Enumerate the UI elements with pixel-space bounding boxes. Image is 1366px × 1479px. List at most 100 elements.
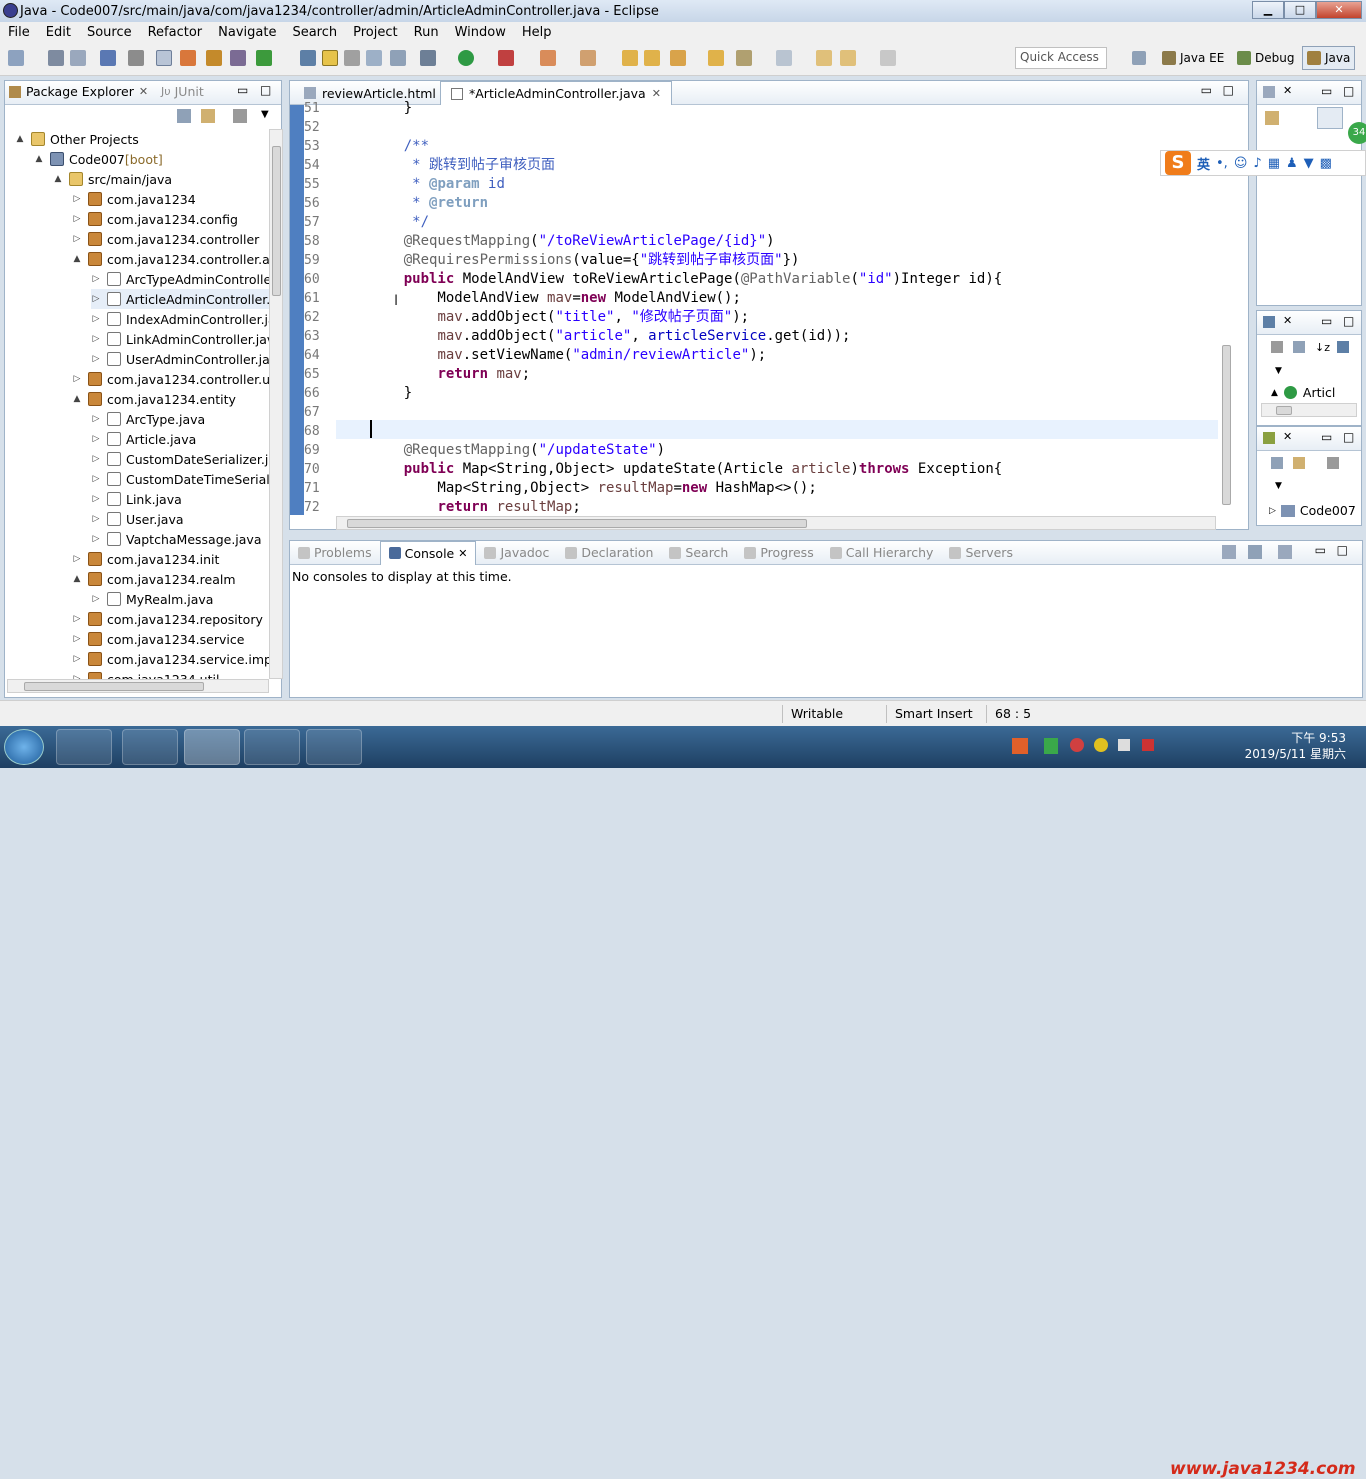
- open-folder-icon[interactable]: [622, 50, 638, 66]
- tree-item[interactable]: ▷ UserAdminController.jav: [91, 349, 269, 369]
- taskbar-app-wps[interactable]: [244, 729, 300, 765]
- search-tool-icon[interactable]: [580, 50, 596, 66]
- outline-item[interactable]: ▲ Articl: [1271, 385, 1335, 400]
- user-icon[interactable]: ♟: [1286, 156, 1298, 171]
- microphone-icon[interactable]: ♪: [1253, 156, 1261, 171]
- code-line[interactable]: Map<String,Object> resultMap=new HashMap…: [370, 479, 816, 498]
- editor-horizontal-scrollbar[interactable]: [336, 516, 1216, 530]
- tree-item[interactable]: ▲ com.java1234.realm: [72, 569, 236, 589]
- close-icon[interactable]: ✕: [652, 87, 661, 100]
- tab-problems[interactable]: Problems: [290, 545, 380, 560]
- emoji-icon[interactable]: ☺: [1234, 156, 1248, 171]
- punctuation-icon[interactable]: •,: [1216, 156, 1228, 171]
- back-icon[interactable]: [840, 50, 856, 66]
- tree-item[interactable]: ▲ com.java1234.entity: [72, 389, 236, 409]
- scroll-thumb[interactable]: [272, 146, 281, 296]
- tree-item[interactable]: ▷ com.java1234.config: [72, 209, 238, 229]
- mark-icon[interactable]: [344, 50, 360, 66]
- tray-shield-icon[interactable]: [1044, 738, 1058, 754]
- tab-declaration[interactable]: Declaration: [557, 545, 661, 560]
- code-line[interactable]: @RequestMapping("/toReViewArticlePage/{i…: [370, 232, 775, 251]
- print-icon[interactable]: [100, 50, 116, 66]
- expand-icon[interactable]: ▷: [72, 234, 82, 244]
- tree-item[interactable]: ▷ CustomDateSerializer.jav: [91, 449, 269, 469]
- tree-item[interactable]: ▷ User.java: [91, 509, 184, 529]
- link-editor-icon[interactable]: [1293, 457, 1305, 469]
- highlight-icon[interactable]: [322, 50, 338, 66]
- tab-servers[interactable]: Servers: [941, 545, 1021, 560]
- start-button[interactable]: [4, 729, 44, 765]
- menu-run[interactable]: Run: [406, 25, 447, 40]
- close-button[interactable]: ✕: [1316, 1, 1362, 19]
- task-icon[interactable]: [708, 50, 724, 66]
- code-line[interactable]: /**: [370, 137, 429, 156]
- minimize-view-button[interactable]: ▭: [1321, 84, 1332, 98]
- menu-file[interactable]: File: [0, 25, 38, 40]
- debug-icon[interactable]: [420, 50, 436, 66]
- code-line[interactable]: * @return: [370, 194, 488, 213]
- perspective-debug[interactable]: Debug: [1233, 46, 1298, 70]
- display-console-icon[interactable]: [1248, 545, 1262, 559]
- menu-refactor[interactable]: Refactor: [140, 25, 211, 40]
- code-line[interactable]: }: [370, 384, 412, 403]
- tree-item[interactable]: ▲ src/main/java: [53, 169, 173, 189]
- keyboard-icon[interactable]: ▦: [1268, 156, 1280, 171]
- tab-junit[interactable]: Jυ JUnit: [161, 84, 204, 99]
- code-line[interactable]: * 跳转到帖子审核页面: [370, 156, 555, 175]
- tree-item[interactable]: ▷ com.java1234.repository: [72, 609, 263, 629]
- pen-icon[interactable]: [670, 50, 686, 66]
- menu-window[interactable]: Window: [447, 25, 514, 40]
- tab-console[interactable]: Console ✕: [379, 540, 477, 565]
- maximize-view-button[interactable]: □: [1343, 314, 1354, 328]
- expand-icon[interactable]: ▷: [91, 334, 101, 344]
- taskbar-app-chrome[interactable]: [306, 729, 362, 765]
- tree-item[interactable]: ▷ CustomDateTimeSerializ: [91, 469, 269, 489]
- tree-item[interactable]: ▲ Code007 [boot]: [34, 149, 163, 169]
- expand-icon[interactable]: ▷: [91, 314, 101, 324]
- toolbox-icon[interactable]: ▩: [1320, 156, 1332, 171]
- hide-fields-icon[interactable]: [1271, 341, 1283, 353]
- clock[interactable]: 下午 9:53 2019/5/11 星期六: [1245, 730, 1346, 762]
- expand-icon[interactable]: ▷: [91, 454, 101, 464]
- minimize-view-button[interactable]: ▭: [1321, 314, 1332, 328]
- outline-menu-icon[interactable]: ▼: [1275, 366, 1282, 376]
- expand-icon[interactable]: ▷: [72, 194, 82, 204]
- tree-item[interactable]: ▷ com.java1234.service: [72, 629, 245, 649]
- expand-icon[interactable]: ▷: [91, 294, 101, 304]
- hide-nonpublic-icon[interactable]: [1337, 341, 1349, 353]
- tree-item[interactable]: ▷ com.java1234.controller.use: [72, 369, 269, 389]
- run-icon[interactable]: [458, 50, 474, 66]
- maximize-view-button[interactable]: □: [260, 83, 271, 97]
- view-menu-icon[interactable]: ▼: [1275, 481, 1282, 491]
- tree-item[interactable]: ▷ LinkAdminController.java: [91, 329, 269, 349]
- menu-edit[interactable]: Edit: [38, 25, 79, 40]
- tray-security-icon[interactable]: [1070, 738, 1084, 752]
- code-line[interactable]: mav.addObject("article", articleService.…: [370, 327, 850, 346]
- tree-item[interactable]: ▷ IndexAdminController.ja: [91, 309, 269, 329]
- menu-project[interactable]: Project: [345, 25, 405, 40]
- code-line[interactable]: mav.setViewName("admin/reviewArticle");: [370, 346, 766, 365]
- tree-item[interactable]: ▷ ArcType.java: [91, 409, 206, 429]
- expand-icon[interactable]: ▷: [91, 594, 101, 604]
- open-type-icon[interactable]: [300, 50, 316, 66]
- minimize-console-button[interactable]: ▭: [1315, 543, 1326, 557]
- perspective-java[interactable]: Java: [1302, 46, 1356, 70]
- expand-icon[interactable]: ▲: [72, 574, 82, 584]
- code-line[interactable]: return mav;: [370, 365, 530, 384]
- tab-progress[interactable]: Progress: [736, 545, 821, 560]
- code-line[interactable]: public Map<String,Object> updateState(Ar…: [370, 460, 1002, 479]
- sort-icon[interactable]: ↓z: [1315, 341, 1330, 354]
- new-task-icon[interactable]: [1265, 111, 1279, 125]
- last-edit-icon[interactable]: [816, 50, 832, 66]
- maximize-view-button[interactable]: □: [1343, 84, 1354, 98]
- expand-icon[interactable]: ▷: [91, 494, 101, 504]
- project-icon[interactable]: [1263, 432, 1275, 444]
- skin-icon[interactable]: ▼: [1304, 156, 1314, 171]
- tab-javadoc[interactable]: Javadoc: [476, 545, 557, 560]
- tree-item[interactable]: ▷ com.java1234.service.impl: [72, 649, 269, 669]
- tree-item[interactable]: ▷ com.java1234.util: [72, 669, 219, 679]
- tree-item[interactable]: ▷ com.java1234.init: [72, 549, 220, 569]
- collapse-all-icon[interactable]: [177, 109, 191, 123]
- scroll-thumb[interactable]: [24, 682, 204, 691]
- save-all-icon[interactable]: [70, 50, 86, 66]
